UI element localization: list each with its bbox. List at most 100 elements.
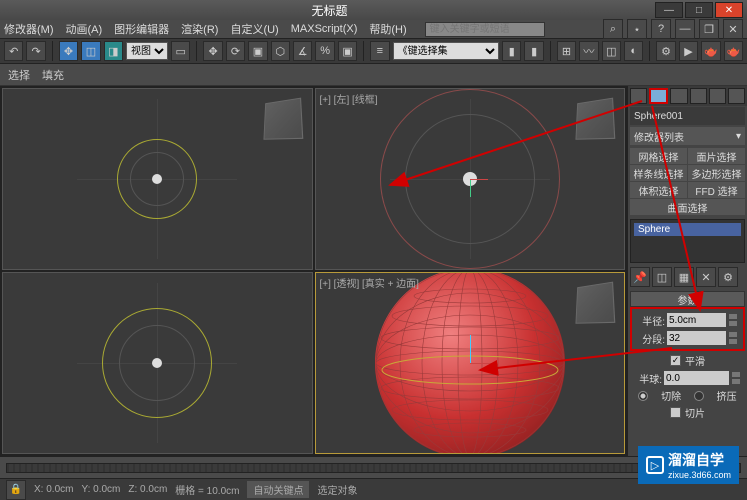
viewport-label[interactable]: [+] [透视] [真实 + 边面] xyxy=(320,275,419,290)
titlebar-icon[interactable]: ⋆ xyxy=(627,19,647,39)
viewport-label[interactable]: [+] [左] [线框] xyxy=(320,91,378,106)
make-unique-button[interactable]: ▦ xyxy=(674,267,694,287)
snap-button[interactable]: ⬡ xyxy=(271,41,290,61)
select-label: 选择 xyxy=(8,67,30,83)
chop-radio[interactable] xyxy=(638,391,648,401)
utilities-tab[interactable] xyxy=(728,88,745,104)
surface-select[interactable]: 曲面选择 xyxy=(630,199,745,215)
pin-stack-button[interactable]: 📌 xyxy=(630,267,650,287)
menu-maxscript[interactable]: MAXScript(X) xyxy=(291,23,358,35)
grid-size: 栅格 = 10.0cm xyxy=(175,482,239,497)
titlebar-icon[interactable]: ? xyxy=(651,19,671,39)
modifier-stack-item[interactable]: Sphere xyxy=(634,223,741,236)
create-tab[interactable] xyxy=(630,88,647,104)
ffd-select[interactable]: FFD 选择 xyxy=(688,182,745,198)
teapot-icon[interactable]: 🫖 xyxy=(724,41,743,61)
volume-select[interactable]: 体积选择 xyxy=(630,182,687,198)
face-select[interactable]: 面片选择 xyxy=(688,148,745,164)
show-end-result-button[interactable]: ◫ xyxy=(652,267,672,287)
titlebar-minimize2[interactable]: — xyxy=(675,19,695,39)
schematic-button[interactable]: ◫ xyxy=(602,41,621,61)
watermark: ▷ 溜溜自学 zixue.3d66.com xyxy=(638,446,739,484)
slice-checkbox[interactable] xyxy=(670,407,681,418)
select-button[interactable]: ▭ xyxy=(171,41,190,61)
radius-spinner[interactable] xyxy=(728,313,738,327)
unlink-button[interactable]: ◫ xyxy=(81,41,100,61)
move-button[interactable]: ✥ xyxy=(203,41,222,61)
maximize-button[interactable]: □ xyxy=(685,2,713,18)
titlebar-restore[interactable]: ❐ xyxy=(699,19,719,39)
hierarchy-tab[interactable] xyxy=(670,88,687,104)
selection-set-select[interactable]: 《键选择集 xyxy=(393,42,499,60)
toolbar-icon[interactable]: ▮ xyxy=(502,41,521,61)
titlebar-close2[interactable]: ✕ xyxy=(723,19,743,39)
display-tab[interactable] xyxy=(709,88,726,104)
segments-input[interactable]: 32 xyxy=(667,331,726,345)
render-setup-button[interactable]: ⚙ xyxy=(656,41,675,61)
menu-help[interactable]: 帮助(H) xyxy=(369,21,406,37)
watermark-url: zixue.3d66.com xyxy=(668,470,731,480)
autokey-button[interactable]: 自动关键点 xyxy=(247,481,309,498)
bind-button[interactable]: ◨ xyxy=(104,41,123,61)
scale-button[interactable]: ▣ xyxy=(248,41,267,61)
slice-label: 切片 xyxy=(685,405,705,420)
radius-label: 半径: xyxy=(637,313,665,328)
rotate-button[interactable]: ⟳ xyxy=(226,41,245,61)
render-button[interactable]: ▶ xyxy=(679,41,698,61)
lock-icon[interactable]: 🔒 xyxy=(6,480,26,500)
modifier-list-dropdown[interactable]: 修改器列表 xyxy=(634,129,736,144)
viewcube[interactable] xyxy=(575,98,615,140)
viewport-front[interactable] xyxy=(2,272,313,454)
view-mode-select[interactable]: 视图 xyxy=(126,42,168,60)
viewport-left[interactable]: [+] [左] [线框] xyxy=(315,88,626,270)
viewcube[interactable] xyxy=(575,282,615,324)
configure-button[interactable]: ⚙ xyxy=(718,267,738,287)
close-button[interactable]: ✕ xyxy=(715,2,743,18)
mesh-select[interactable]: 网格选择 xyxy=(630,148,687,164)
hemisphere-spinner[interactable] xyxy=(731,371,741,385)
minimize-button[interactable]: — xyxy=(655,2,683,18)
titlebar-icon[interactable]: ⌕ xyxy=(603,19,623,39)
material-editor-button[interactable]: ◐ xyxy=(624,41,643,61)
selection-status: 选定对象 xyxy=(317,482,357,497)
segments-spinner[interactable] xyxy=(728,331,738,345)
fill-label: 填充 xyxy=(42,67,64,83)
menu-modifiers[interactable]: 修改器(M) xyxy=(4,21,54,37)
menu-animation[interactable]: 动画(A) xyxy=(66,21,103,37)
menu-graph-editors[interactable]: 图形编辑器 xyxy=(114,21,169,37)
motion-tab[interactable] xyxy=(690,88,707,104)
toolbar-icon[interactable]: ▮ xyxy=(524,41,543,61)
menu-rendering[interactable]: 渲染(R) xyxy=(181,21,218,37)
squash-radio[interactable] xyxy=(694,391,704,401)
dropdown-arrow-icon[interactable]: ▾ xyxy=(736,131,741,142)
modify-tab[interactable] xyxy=(649,88,668,104)
percent-snap-button[interactable]: % xyxy=(315,41,334,61)
undo-button[interactable]: ↶ xyxy=(4,41,23,61)
align-button[interactable]: ≡ xyxy=(370,41,389,61)
smooth-checkbox[interactable]: ✓ xyxy=(670,355,681,366)
viewport-perspective[interactable]: [+] [透视] [真实 + 边面] xyxy=(315,272,626,454)
segments-label: 分段: xyxy=(637,331,665,346)
spline-select[interactable]: 样条线选择 xyxy=(630,165,687,181)
timeline[interactable] xyxy=(0,456,747,478)
x-coord: X: 0.0cm xyxy=(34,484,73,495)
link-button[interactable]: ✥ xyxy=(59,41,78,61)
redo-button[interactable]: ↷ xyxy=(26,41,45,61)
teapot-icon[interactable]: 🫖 xyxy=(701,41,720,61)
curve-editor-button[interactable]: 〰 xyxy=(579,41,598,61)
params-rollout-header[interactable]: 参数 xyxy=(630,291,745,307)
window-title: 无标题 xyxy=(4,2,655,19)
y-coord: Y: 0.0cm xyxy=(81,484,120,495)
menu-customize[interactable]: 自定义(U) xyxy=(230,21,278,37)
hemisphere-input[interactable]: 0.0 xyxy=(664,371,729,385)
angle-snap-button[interactable]: ∡ xyxy=(293,41,312,61)
object-name-field[interactable]: Sphere001 xyxy=(630,107,745,125)
poly-select[interactable]: 多边形选择 xyxy=(688,165,745,181)
viewport-top[interactable] xyxy=(2,88,313,270)
search-input[interactable] xyxy=(425,22,545,37)
layer-button[interactable]: ⊞ xyxy=(557,41,576,61)
radius-input[interactable]: 5.0cm xyxy=(667,313,726,327)
viewcube[interactable] xyxy=(263,98,303,140)
mirror-button[interactable]: ▣ xyxy=(338,41,357,61)
remove-modifier-button[interactable]: ✕ xyxy=(696,267,716,287)
